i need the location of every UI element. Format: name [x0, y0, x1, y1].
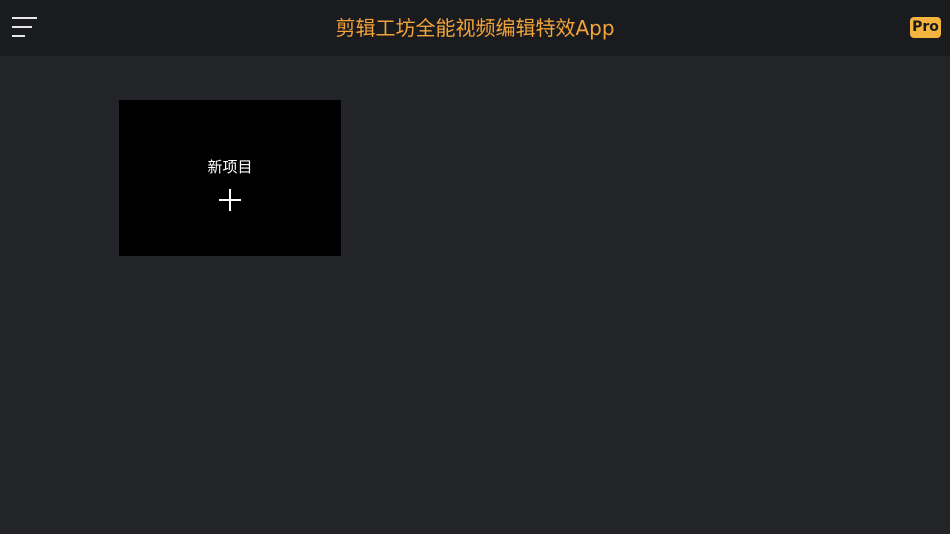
app-title: 剪辑工坊全能视频编辑特效App: [335, 16, 615, 40]
plus-icon: [218, 188, 242, 212]
app-window: 剪辑工坊全能视频编辑特效App Pro 新项目: [0, 0, 950, 534]
top-bar: 剪辑工坊全能视频编辑特效App Pro: [0, 0, 950, 56]
new-project-card[interactable]: 新项目: [119, 100, 341, 256]
pro-badge-button[interactable]: Pro: [910, 17, 941, 38]
new-project-label: 新项目: [207, 158, 253, 176]
